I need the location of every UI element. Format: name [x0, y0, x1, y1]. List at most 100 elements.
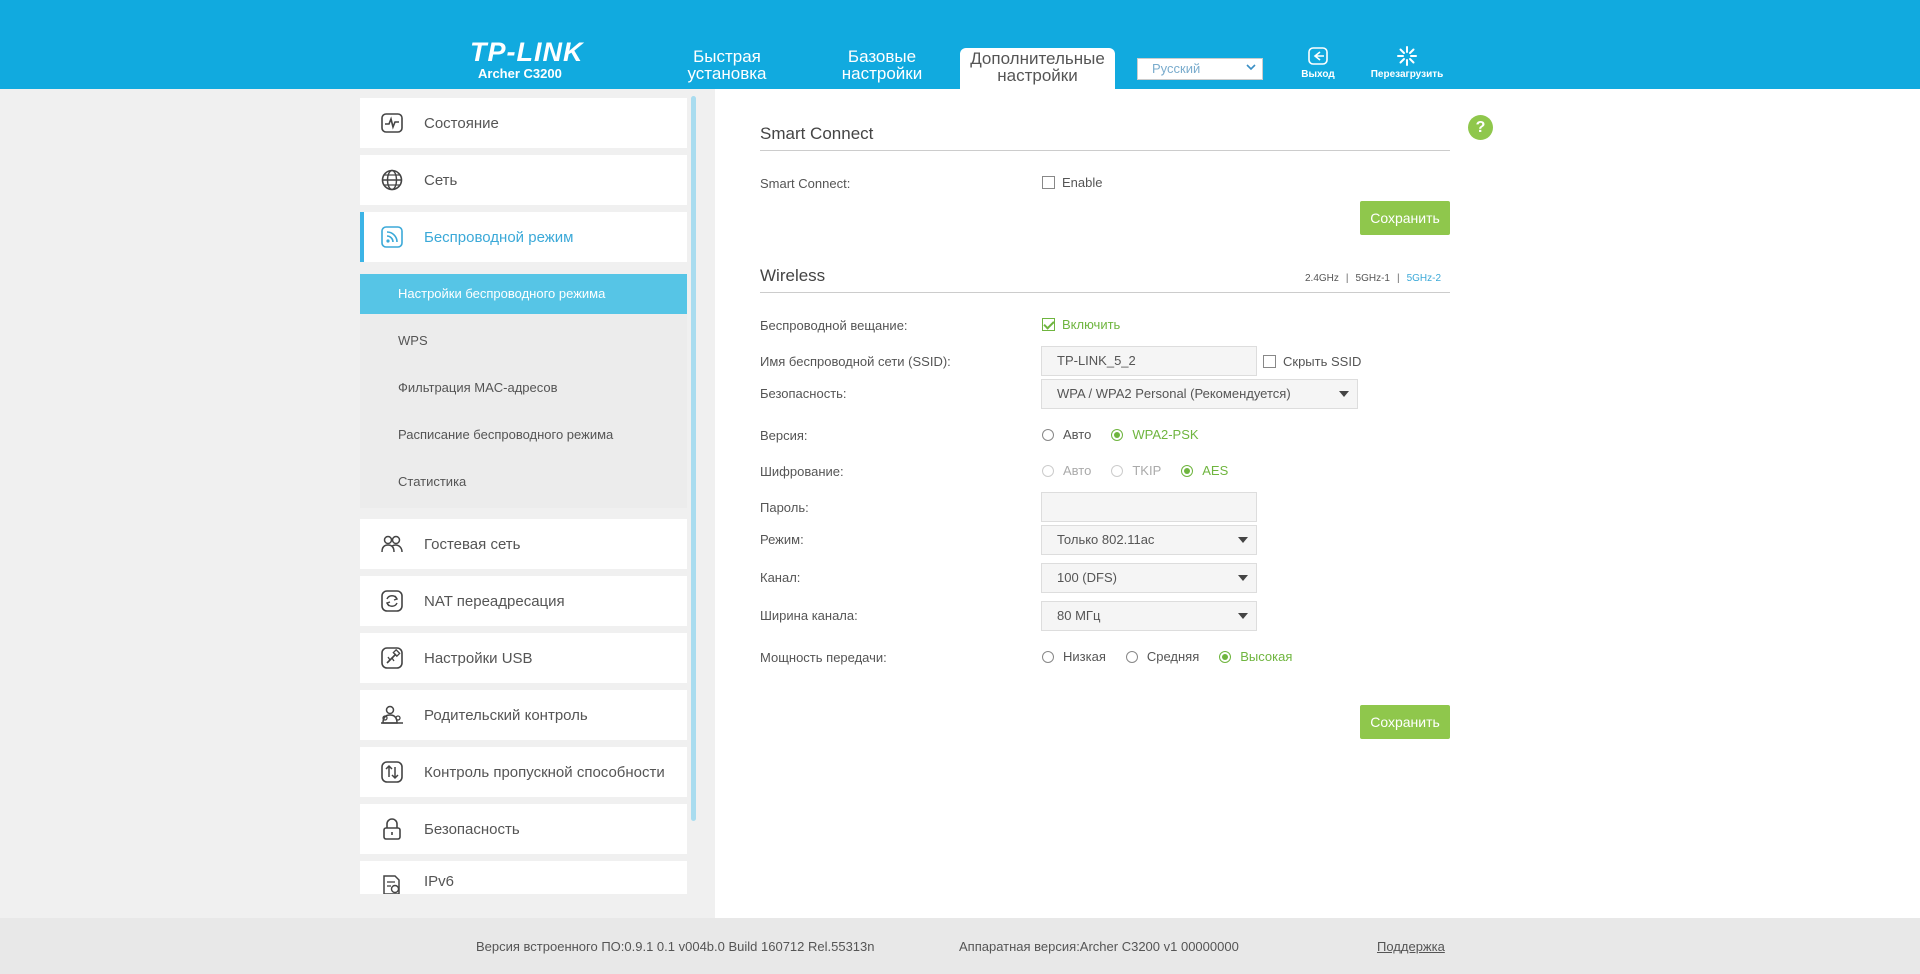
tab-label-line1: Дополнительные — [970, 49, 1105, 68]
wireless-icon — [380, 225, 404, 249]
wireless-save-button[interactable]: Сохранить — [1360, 705, 1450, 739]
broadcast-enable[interactable]: Включить — [1042, 317, 1120, 332]
sidebar-scrollbar[interactable] — [691, 96, 696, 821]
smart-connect-title: Smart Connect — [760, 124, 874, 143]
smart-connect-save-button[interactable]: Сохранить — [1360, 201, 1450, 235]
ssid-input[interactable]: TP-LINK_5_2 — [1041, 346, 1257, 376]
mode-select[interactable]: Только 802.11ac — [1041, 525, 1257, 555]
radio-button[interactable] — [1042, 650, 1054, 663]
hide-ssid[interactable]: Скрыть SSID — [1263, 354, 1361, 369]
submenu-mac-filtering[interactable]: Фильтрация MAC-адресов — [360, 368, 687, 408]
sidebar-item-ipv6[interactable]: IPv6 — [360, 861, 687, 894]
broadcast-checkbox[interactable] — [1042, 318, 1055, 331]
radio-button[interactable] — [1219, 650, 1232, 663]
password-input[interactable] — [1041, 492, 1257, 522]
mode-label: Режим: — [760, 532, 804, 547]
power-low-option[interactable]: Низкая — [1042, 649, 1106, 664]
tab-advanced[interactable]: Дополнительные настройки — [960, 48, 1115, 89]
tab-label-line1: Быстрая — [693, 47, 761, 66]
status-icon — [380, 111, 404, 135]
band-24ghz[interactable]: 2.4GHz — [1305, 273, 1339, 284]
radio-button[interactable] — [1125, 650, 1138, 663]
smart-connect-checkbox[interactable] — [1042, 176, 1055, 189]
version-auto-option[interactable]: Авто — [1042, 427, 1091, 442]
channel-label: Канал: — [760, 570, 801, 585]
sidebar-item-guest-network[interactable]: Гостевая сеть — [360, 519, 687, 569]
smart-connect-label: Smart Connect: — [760, 176, 851, 191]
sidebar-item-security[interactable]: Безопасность — [360, 804, 687, 854]
language-select[interactable]: Русский — [1137, 58, 1263, 80]
ssid-label: Имя беспроводной сети (SSID): — [760, 354, 951, 369]
radio-button[interactable] — [1042, 428, 1054, 441]
sidebar-item-network[interactable]: Сеть — [360, 155, 687, 205]
help-icon[interactable]: ? — [1468, 115, 1493, 140]
tx-power-label: Мощность передачи: — [760, 650, 887, 665]
tab-label-line2: настройки — [997, 66, 1078, 85]
wireless-title: Wireless — [760, 266, 826, 285]
sidebar-item-bandwidth-control[interactable]: Контроль пропускной способности — [360, 747, 687, 797]
globe-icon — [380, 168, 404, 192]
encryption-aes-option[interactable]: AES — [1181, 463, 1228, 478]
reboot-icon — [1397, 46, 1417, 66]
submenu-statistics[interactable]: Статистика — [360, 462, 687, 502]
sidebar-item-status[interactable]: Состояние — [360, 98, 687, 148]
sidebar-item-usb[interactable]: Настройки USB — [360, 633, 687, 683]
encryption-options: Авто TKIP AES — [1042, 463, 1248, 478]
submenu-wps[interactable]: WPS — [360, 321, 687, 361]
tab-quick-setup[interactable]: Быстрая установка — [668, 48, 786, 89]
submenu-wireless-settings[interactable]: Настройки беспроводного режима — [360, 274, 687, 314]
sidebar-item-label: Сеть — [424, 171, 458, 189]
tab-basic[interactable]: Базовые настройки — [822, 48, 942, 89]
password-label: Пароль: — [760, 500, 809, 515]
option-label: WPA2-PSK — [1132, 427, 1199, 442]
wireless-submenu: Настройки беспроводного режима WPS Фильт… — [360, 274, 687, 508]
sidebar-item-nat[interactable]: NAT переадресация — [360, 576, 687, 626]
radio-button[interactable] — [1111, 428, 1124, 441]
sidebar-item-label: Безопасность — [424, 820, 520, 838]
bandwidth-icon — [380, 760, 404, 784]
option-label: Авто — [1063, 427, 1092, 442]
channel-width-label: Ширина канала: — [760, 608, 858, 623]
logo-text: TP-LINK — [470, 37, 584, 67]
parental-icon — [380, 703, 404, 727]
option-label: TKIP — [1132, 463, 1162, 478]
sidebar-item-label: Беспроводной режим — [424, 228, 574, 246]
radio-button[interactable] — [1042, 464, 1054, 477]
smart-connect-enable[interactable]: Enable — [1042, 175, 1102, 190]
security-label: Безопасность: — [760, 386, 847, 401]
guest-icon — [380, 532, 404, 556]
top-header: TP-LINK Archer C3200 Быстрая установка Б… — [0, 0, 1920, 89]
channel-select[interactable]: 100 (DFS) — [1041, 563, 1257, 593]
firmware-version: Версия встроенного ПО:0.9.1 0.1 v004b.0 … — [476, 939, 875, 954]
option-label: Средняя — [1146, 649, 1200, 664]
version-wpa2-option[interactable]: WPA2-PSK — [1111, 427, 1199, 442]
broadcast-enable-label: Включить — [1062, 317, 1121, 332]
band-selector: 2.4GHz | 5GHz-1 | 5GHz-2 — [1305, 273, 1442, 284]
encryption-tkip-option[interactable]: TKIP — [1111, 463, 1161, 478]
band-5ghz-2[interactable]: 5GHz-2 — [1407, 273, 1441, 284]
power-medium-option[interactable]: Средняя — [1125, 649, 1200, 664]
option-label: Высокая — [1240, 649, 1293, 664]
reboot-button[interactable]: Перезагрузить — [1368, 46, 1446, 80]
submenu-wireless-schedule[interactable]: Расписание беспроводного режима — [360, 415, 687, 455]
channel-value: 100 (DFS) — [1057, 570, 1117, 585]
encryption-auto-option[interactable]: Авто — [1042, 463, 1091, 478]
radio-button[interactable] — [1181, 464, 1194, 477]
power-high-option[interactable]: Высокая — [1219, 649, 1292, 664]
hide-ssid-checkbox[interactable] — [1263, 355, 1276, 368]
band-5ghz-1[interactable]: 5GHz-1 — [1356, 273, 1390, 284]
footer: Версия встроенного ПО:0.9.1 0.1 v004b.0 … — [0, 918, 1920, 974]
support-link[interactable]: Поддержка — [1377, 939, 1445, 954]
version-options: Авто WPA2-PSK — [1042, 427, 1219, 442]
channel-width-select[interactable]: 80 МГц — [1041, 601, 1257, 631]
encryption-label: Шифрование: — [760, 464, 844, 479]
ipv6-icon — [380, 873, 404, 894]
logout-button[interactable]: Выход — [1298, 46, 1338, 80]
tab-label-line2: установка — [687, 64, 767, 83]
security-select[interactable]: WPA / WPA2 Personal (Рекомендуется) — [1041, 379, 1358, 409]
section-divider — [760, 150, 1450, 151]
radio-button[interactable] — [1111, 464, 1124, 477]
sidebar-item-parental-control[interactable]: Родительский контроль — [360, 690, 687, 740]
sidebar-item-label: Родительский контроль — [424, 706, 588, 724]
sidebar-item-wireless[interactable]: Беспроводной режим — [360, 212, 687, 262]
